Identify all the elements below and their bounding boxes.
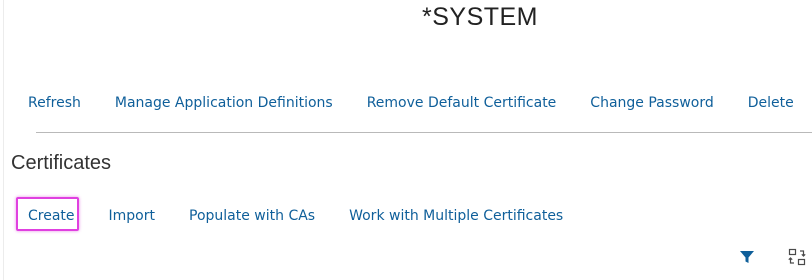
certificates-heading: Certificates xyxy=(11,152,112,174)
manage-application-definitions-link[interactable]: Manage Application Definitions xyxy=(115,95,333,111)
work-with-multiple-certificates-link[interactable]: Work with Multiple Certificates xyxy=(349,208,563,224)
populate-with-cas-link[interactable]: Populate with CAs xyxy=(189,208,315,224)
section-divider xyxy=(36,132,812,133)
left-border xyxy=(3,0,4,280)
filter-icon[interactable] xyxy=(738,248,756,266)
column-settings-icon[interactable] xyxy=(788,248,806,266)
page-title: *SYSTEM xyxy=(421,3,539,31)
refresh-link[interactable]: Refresh xyxy=(28,95,81,111)
create-link[interactable]: Create xyxy=(28,208,75,224)
change-password-link[interactable]: Change Password xyxy=(590,95,713,111)
import-link[interactable]: Import xyxy=(109,208,155,224)
system-toolbar: Refresh Manage Application Definitions R… xyxy=(28,93,812,113)
certificates-actions: Create Import Populate with CAs Work wit… xyxy=(28,206,597,226)
remove-default-certificate-link[interactable]: Remove Default Certificate xyxy=(367,95,557,111)
delete-link[interactable]: Delete xyxy=(748,95,794,111)
